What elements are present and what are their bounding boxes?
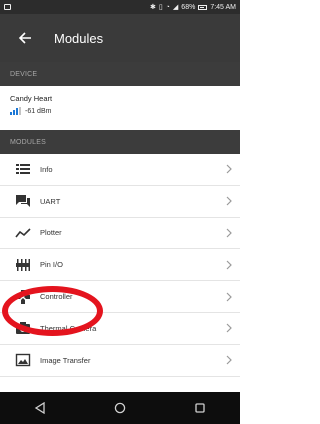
clock: 7:45 AM	[210, 3, 236, 11]
module-item-thermal-camera[interactable]: Thermal Camera	[0, 312, 240, 345]
module-label: Pin I/O	[40, 260, 63, 270]
back-triangle-icon	[34, 402, 45, 414]
line-chart-icon	[12, 224, 34, 242]
camera-icon	[12, 319, 34, 337]
status-bar: ✱ ▯ ◔ ◢ 68% 7:45 AM	[0, 0, 240, 14]
bluetooth-icon: ✱	[149, 3, 156, 11]
modules-section-header: MODULES	[0, 130, 240, 154]
back-button[interactable]	[14, 27, 36, 49]
page-title: Modules	[54, 30, 104, 46]
chevron-right-icon	[222, 196, 236, 206]
nav-back-button[interactable]	[27, 395, 53, 421]
nav-recents-button[interactable]	[187, 395, 213, 421]
image-icon	[12, 351, 34, 369]
module-label: Info	[40, 164, 53, 174]
recents-square-icon	[195, 403, 205, 413]
arrow-left-icon	[18, 32, 31, 44]
modules-list: Info UART Plotter Pin I/O Controller The…	[0, 154, 240, 377]
battery-percent: 68%	[181, 3, 196, 11]
chevron-right-icon	[222, 260, 236, 270]
chat-icon	[12, 192, 34, 210]
device-info: Candy Heart -61 dBm	[0, 86, 240, 130]
notification-icon	[4, 4, 11, 10]
signal-icon: ◢	[172, 3, 179, 11]
rssi-value: -61 dBm	[25, 107, 52, 115]
module-label: UART	[40, 196, 61, 206]
chevron-right-icon	[222, 292, 236, 302]
chevron-right-icon	[222, 164, 236, 174]
module-label: Controller	[40, 292, 73, 302]
list-icon	[12, 160, 34, 178]
gamepad-icon	[12, 288, 34, 306]
pins-icon	[12, 256, 34, 274]
module-item-controller[interactable]: Controller	[0, 281, 240, 313]
chevron-right-icon	[222, 355, 236, 365]
device-section-header: DEVICE	[0, 62, 240, 86]
device-name: Candy Heart	[10, 94, 53, 103]
nav-home-button[interactable]	[107, 395, 133, 421]
module-item-uart[interactable]: UART	[0, 185, 240, 218]
chevron-right-icon	[222, 228, 236, 238]
module-item-image-transfer[interactable]: Image Transfer	[0, 344, 240, 377]
module-item-pin-io[interactable]: Pin I/O	[0, 249, 240, 282]
chevron-right-icon	[222, 323, 236, 333]
module-label: Image Transfer	[40, 355, 91, 365]
battery-icon	[198, 4, 208, 10]
wifi-icon: ◔	[165, 3, 170, 11]
vibrate-icon: ▯	[158, 3, 163, 11]
module-item-info[interactable]: Info	[0, 154, 240, 186]
module-label: Plotter	[40, 228, 62, 238]
signal-strength-icon	[10, 107, 21, 115]
device-rssi: -61 dBm	[10, 107, 230, 115]
home-circle-icon	[114, 402, 126, 414]
system-nav-bar	[0, 392, 240, 424]
module-label: Thermal Camera	[40, 323, 97, 333]
module-item-plotter[interactable]: Plotter	[0, 217, 240, 250]
app-bar: Modules	[0, 14, 240, 62]
